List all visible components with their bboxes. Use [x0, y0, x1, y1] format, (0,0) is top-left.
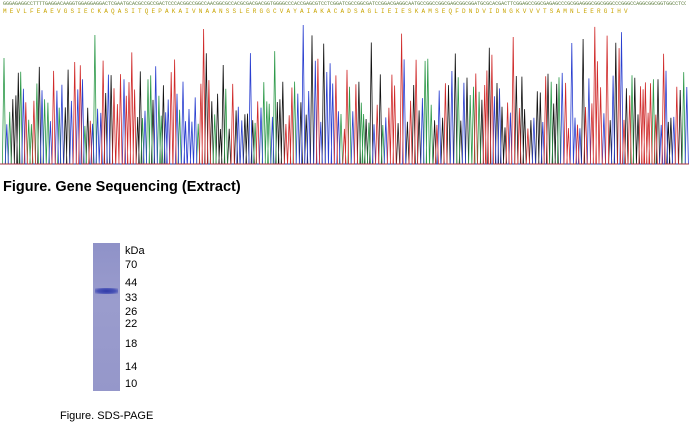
amino-acid-sequence-text: MEVLFEAEVGSIECKAQASITQEPAKAIVNAANSSLERGG… [3, 8, 631, 15]
gel-marker-70: 70 [125, 259, 138, 271]
gel-marker-22: 22 [125, 318, 138, 330]
gel-marker-44: 44 [125, 277, 138, 289]
gel-marker-14: 14 [125, 361, 138, 373]
gel-protein-band [95, 288, 118, 294]
gel-marker-10: 10 [125, 378, 138, 390]
gel-marker-33: 33 [125, 292, 138, 304]
chromatogram-trace [0, 24, 689, 165]
gel-lane [93, 243, 120, 391]
dna-sequence-text: GGGAGAGGCCTTTTGAGGACAAGGTGGAGGAGGACTCGAA… [3, 1, 686, 7]
gel-marker-18: 18 [125, 338, 138, 350]
gel-caption: Figure. SDS-PAGE [60, 410, 154, 422]
sequencing-caption: Figure. Gene Sequencing (Extract) [3, 179, 241, 195]
sequencing-panel: GGGAGAGGCCTTTTGAGGACAAGGTGGAGGAGGACTCGAA… [0, 0, 689, 170]
gel-unit-label: kDa [125, 245, 145, 257]
gel-marker-26: 26 [125, 306, 138, 318]
trace-channel-t [0, 26, 689, 165]
